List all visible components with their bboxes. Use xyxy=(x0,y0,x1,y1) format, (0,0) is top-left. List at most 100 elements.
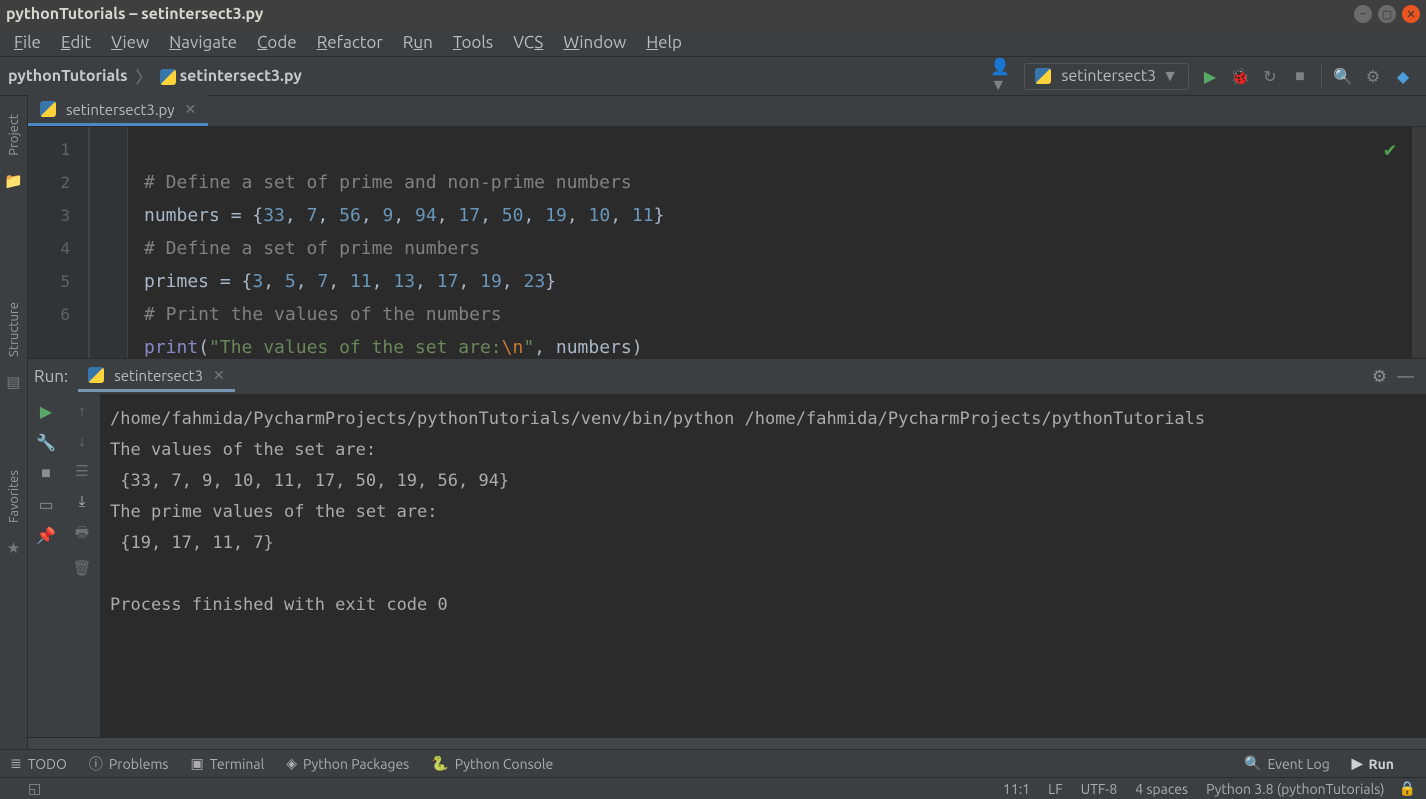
pin-icon[interactable]: 📌 xyxy=(36,526,56,545)
menu-tools[interactable]: Tools xyxy=(443,31,503,54)
wrench-icon[interactable]: 🔧 xyxy=(36,433,56,452)
gutter-separator xyxy=(90,127,128,358)
maximize-button[interactable]: ▢ xyxy=(1378,5,1396,23)
window-title: pythonTutorials – setintersect3.py xyxy=(6,5,1348,23)
console-output[interactable]: /home/fahmida/PycharmProjects/pythonTuto… xyxy=(100,394,1426,737)
structure-icon: ▤ xyxy=(6,373,20,391)
editor-scrollbar[interactable] xyxy=(1412,127,1426,358)
menu-run[interactable]: Run xyxy=(393,31,443,54)
python-file-icon xyxy=(40,101,56,117)
packages-icon: ◈ xyxy=(286,755,297,772)
file-encoding[interactable]: UTF-8 xyxy=(1081,781,1118,797)
lock-icon[interactable]: 🔒 xyxy=(1399,780,1416,797)
menu-code[interactable]: Code xyxy=(247,31,307,54)
editor-tab-setintersect3[interactable]: setintersect3.py ✕ xyxy=(28,95,208,126)
run-configuration-selector[interactable]: setintersect3 ▼ xyxy=(1024,63,1189,90)
settings-icon[interactable]: ⚙ xyxy=(1360,63,1386,89)
terminal-button[interactable]: ▣Terminal xyxy=(191,755,265,772)
line-gutter: 1 2 3 4 5 6 xyxy=(28,127,90,358)
minimize-button[interactable]: – xyxy=(1354,5,1372,23)
layout-icon[interactable]: ▭ xyxy=(38,495,53,514)
close-tab-icon[interactable]: ✕ xyxy=(185,101,197,118)
editor-tab-label: setintersect3.py xyxy=(66,101,175,118)
menu-view[interactable]: View xyxy=(101,31,159,54)
menu-file[interactable]: File xyxy=(4,31,51,54)
status-bar: ◱ 11:1 LF UTF-8 4 spaces Python 3.8 (pyt… xyxy=(0,777,1426,799)
python-interpreter[interactable]: Python 3.8 (pythonTutorials) xyxy=(1206,781,1384,797)
console-horizontal-scrollbar[interactable] xyxy=(28,737,1426,749)
favorites-tool-button[interactable]: Favorites xyxy=(7,470,21,523)
play-icon: ▶ xyxy=(1352,755,1363,772)
search-everywhere-icon[interactable]: 🔍 xyxy=(1330,63,1356,89)
down-arrow-icon[interactable]: ↓ xyxy=(78,432,86,450)
structure-tool-button[interactable]: Structure xyxy=(7,302,21,357)
user-icon[interactable]: 👤▼ xyxy=(990,63,1016,89)
editor-tabs: setintersect3.py ✕ xyxy=(28,96,1426,127)
soft-wrap-icon[interactable]: ☰ xyxy=(75,462,88,480)
debug-button[interactable]: 🐞 xyxy=(1227,63,1253,89)
rerun-button[interactable]: ▶ xyxy=(40,402,52,421)
titlebar: pythonTutorials – setintersect3.py – ▢ ✕ xyxy=(0,0,1426,28)
problems-button[interactable]: ⓘProblems xyxy=(89,754,169,774)
trash-icon[interactable]: 🗑 xyxy=(72,559,91,577)
tool-window-icon[interactable]: ◱ xyxy=(28,780,41,797)
center-pane: setintersect3.py ✕ 1 2 3 4 5 6 # Define … xyxy=(28,96,1426,749)
list-icon: ≣ xyxy=(10,755,22,772)
stop-button[interactable]: ■ xyxy=(1287,63,1313,89)
hide-panel-icon[interactable]: — xyxy=(1397,367,1414,386)
code-area[interactable]: # Define a set of prime and non-prime nu… xyxy=(128,127,1412,358)
menu-edit[interactable]: Edit xyxy=(51,31,101,54)
event-log-button[interactable]: 🔍Event Log xyxy=(1244,755,1330,772)
breadcrumb-file[interactable]: setintersect3.py xyxy=(160,67,302,85)
run-label: Run: xyxy=(34,367,68,386)
menu-help[interactable]: Help xyxy=(636,31,692,54)
info-icon: ⓘ xyxy=(89,754,103,774)
left-tool-strip: Project 📁 Structure ▤ Favorites ★ xyxy=(0,96,28,749)
menu-navigate[interactable]: Navigate xyxy=(159,31,247,54)
python-console-icon: 🐍 xyxy=(431,755,448,772)
run-with-coverage-button[interactable]: ↻ xyxy=(1257,63,1283,89)
menu-window[interactable]: Window xyxy=(553,31,636,54)
scroll-end-icon[interactable]: ⤓ xyxy=(79,492,86,510)
cursor-position[interactable]: 11:1 xyxy=(1003,781,1030,797)
run-button[interactable]: ▶ xyxy=(1197,63,1223,89)
project-tool-button[interactable]: Project xyxy=(7,114,21,156)
print-icon[interactable]: 🖶 xyxy=(75,522,89,547)
run-config-name: setintersect3 xyxy=(1061,67,1156,85)
breadcrumb-separator: 〉 xyxy=(136,64,152,88)
help-icon[interactable]: ◆ xyxy=(1390,63,1416,89)
dropdown-icon: ▼ xyxy=(1162,67,1178,86)
run-tool-button[interactable]: ▶Run xyxy=(1352,755,1394,772)
breadcrumb: pythonTutorials 〉 setintersect3.py xyxy=(8,64,302,88)
close-button[interactable]: ✕ xyxy=(1402,5,1420,23)
run-settings-icon[interactable]: ⚙ xyxy=(1372,367,1387,387)
inspection-ok-icon[interactable]: ✔ xyxy=(1384,133,1396,166)
up-arrow-icon[interactable]: ↑ xyxy=(78,402,86,420)
star-icon: ★ xyxy=(7,539,20,557)
todo-button[interactable]: ≣TODO xyxy=(10,755,67,772)
line-separator[interactable]: LF xyxy=(1048,781,1063,797)
close-run-tab-icon[interactable]: ✕ xyxy=(213,367,225,384)
python-file-icon xyxy=(160,69,176,85)
python-icon xyxy=(1035,68,1051,84)
run-body: ▶ 🔧 ■ ▭ 📌 ↑ ↓ ☰ ⤓ 🖶 🗑 /home/fahmida/Pych… xyxy=(28,394,1426,737)
run-nav-column: ↑ ↓ ☰ ⤓ 🖶 🗑 xyxy=(64,394,100,737)
folder-icon[interactable]: 📁 xyxy=(4,172,23,190)
python-packages-button[interactable]: ◈Python Packages xyxy=(286,755,409,772)
code-editor[interactable]: 1 2 3 4 5 6 # Define a set of prime and … xyxy=(28,127,1426,358)
navigation-bar: pythonTutorials 〉 setintersect3.py 👤▼ se… xyxy=(0,56,1426,96)
python-console-button[interactable]: 🐍Python Console xyxy=(431,755,553,772)
run-action-column: ▶ 🔧 ■ ▭ 📌 xyxy=(28,394,64,737)
menu-vcs[interactable]: VCS xyxy=(503,31,553,54)
main-split: Project 📁 Structure ▤ Favorites ★ setint… xyxy=(0,96,1426,749)
event-log-icon: 🔍 xyxy=(1244,755,1261,772)
bottom-tool-buttons: ≣TODO ⓘProblems ▣Terminal ◈Python Packag… xyxy=(0,749,1426,777)
menubar: File Edit View Navigate Code Refactor Ru… xyxy=(0,28,1426,56)
terminal-icon: ▣ xyxy=(191,755,204,772)
breadcrumb-project[interactable]: pythonTutorials xyxy=(8,67,128,85)
run-tool-window: Run: setintersect3 ✕ ⚙ — ▶ 🔧 ■ ▭ 📌 xyxy=(28,358,1426,749)
stop-run-button[interactable]: ■ xyxy=(41,464,51,483)
indent-setting[interactable]: 4 spaces xyxy=(1135,781,1188,797)
menu-refactor[interactable]: Refactor xyxy=(307,31,393,54)
python-icon xyxy=(88,367,104,383)
